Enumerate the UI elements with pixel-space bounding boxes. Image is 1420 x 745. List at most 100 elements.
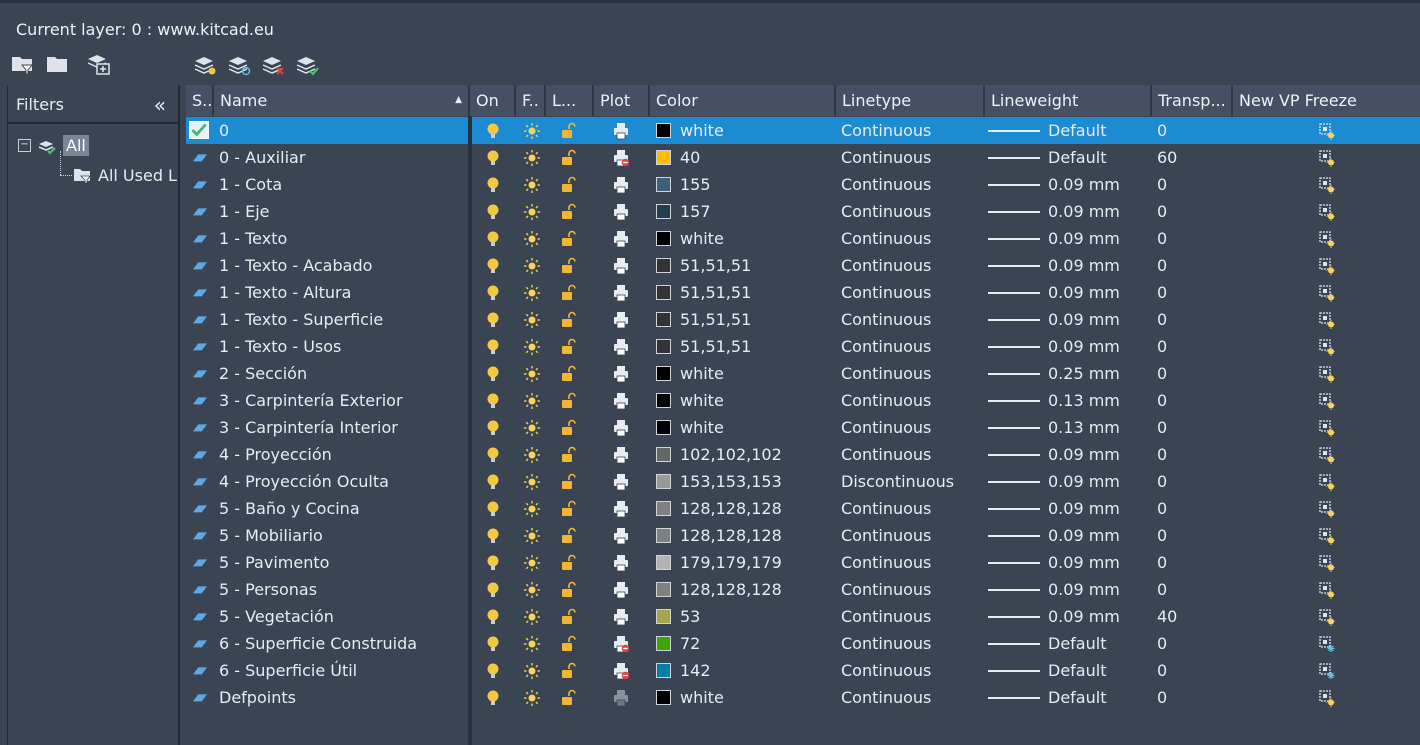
color-swatch[interactable] (656, 366, 671, 381)
layer-linetype[interactable]: Continuous (841, 684, 931, 711)
on-bulb-icon[interactable] (485, 149, 501, 167)
color-swatch[interactable] (656, 312, 671, 327)
color-swatch[interactable] (656, 555, 671, 570)
freeze-sun-icon[interactable] (524, 203, 540, 221)
layer-transparency[interactable]: 0 (1157, 333, 1167, 360)
plot-printer-icon[interactable] (613, 527, 629, 545)
unlock-icon[interactable] (560, 257, 576, 275)
unlock-icon[interactable] (560, 500, 576, 518)
layer-transparency[interactable]: 0 (1157, 360, 1167, 387)
plot-printer-icon[interactable] (613, 338, 629, 356)
table-row[interactable]: Defpoints white Continuous Default 0 (186, 684, 1420, 711)
layer-transparency[interactable]: 60 (1157, 144, 1177, 171)
table-row[interactable]: 4 - Proyección Oculta 153,153,153 Disconti… (186, 468, 1420, 495)
new-group-filter-button[interactable] (42, 49, 72, 79)
vp-thawed-icon[interactable] (1317, 284, 1335, 302)
on-bulb-icon[interactable] (485, 392, 501, 410)
freeze-sun-icon[interactable] (524, 689, 540, 707)
layer-name[interactable]: 1 - Texto - Acabado (219, 252, 372, 279)
layer-name[interactable]: 1 - Texto - Altura (219, 279, 351, 306)
table-row[interactable]: 3 - Carpintería Interior white Continuous 0… (186, 414, 1420, 441)
new-layer-vp-frozen-button[interactable] (224, 49, 254, 79)
unlock-icon[interactable] (560, 122, 576, 140)
color-swatch[interactable] (656, 123, 671, 138)
color-swatch[interactable] (656, 474, 671, 489)
on-bulb-icon[interactable] (485, 662, 501, 680)
layer-transparency[interactable]: 0 (1157, 387, 1167, 414)
layer-linetype[interactable]: Continuous (841, 549, 931, 576)
plot-printer-icon[interactable] (613, 500, 629, 518)
color-swatch[interactable] (656, 663, 671, 678)
layer-linetype[interactable]: Continuous (841, 414, 931, 441)
freeze-sun-icon[interactable] (524, 365, 540, 383)
layer-linetype[interactable]: Discontinuous (841, 468, 954, 495)
layer-lineweight[interactable]: 0.25 mm (1048, 360, 1120, 387)
unlock-icon[interactable] (560, 446, 576, 464)
layer-color-value[interactable]: white (680, 414, 724, 441)
freeze-sun-icon[interactable] (524, 392, 540, 410)
layer-lineweight[interactable]: 0.09 mm (1048, 333, 1120, 360)
freeze-sun-icon[interactable] (524, 527, 540, 545)
freeze-sun-icon[interactable] (524, 122, 540, 140)
layer-color-value[interactable]: 51,51,51 (680, 279, 751, 306)
on-bulb-icon[interactable] (485, 527, 501, 545)
layer-lineweight[interactable]: 0.09 mm (1048, 468, 1120, 495)
layer-name[interactable]: 6 - Superficie Construida (219, 630, 417, 657)
layer-linetype[interactable]: Continuous (841, 630, 931, 657)
layer-name[interactable]: 1 - Texto (219, 225, 287, 252)
table-row[interactable]: 1 - Eje 157 Continuous 0.09 mm 0 (186, 198, 1420, 225)
on-bulb-icon[interactable] (485, 176, 501, 194)
on-bulb-icon[interactable] (485, 419, 501, 437)
freeze-sun-icon[interactable] (524, 338, 540, 356)
freeze-sun-icon[interactable] (524, 176, 540, 194)
new-property-filter-button[interactable] (8, 49, 38, 79)
layer-name[interactable]: Defpoints (219, 684, 296, 711)
on-bulb-icon[interactable] (485, 230, 501, 248)
layer-lineweight[interactable]: 0.09 mm (1048, 279, 1120, 306)
layer-lineweight[interactable]: 0.09 mm (1048, 549, 1120, 576)
column-header-lineweight[interactable]: Lineweight (985, 85, 1152, 116)
on-bulb-icon[interactable] (485, 203, 501, 221)
layer-color-value[interactable]: 155 (680, 171, 711, 198)
layer-lineweight[interactable]: Default (1048, 657, 1106, 684)
table-row[interactable]: 5 - Pavimento 179,179,179 Continuous 0.09 m… (186, 549, 1420, 576)
table-row[interactable]: 1 - Cota 155 Continuous 0.09 mm 0 (186, 171, 1420, 198)
table-row[interactable]: 1 - Texto - Altura 51,51,51 Continuous 0.09… (186, 279, 1420, 306)
column-header-color[interactable]: Color (650, 85, 836, 116)
layer-color-value[interactable]: white (680, 225, 724, 252)
layer-lineweight[interactable]: 0.09 mm (1048, 198, 1120, 225)
layer-transparency[interactable]: 0 (1157, 225, 1167, 252)
plot-printer-icon[interactable] (613, 176, 629, 194)
color-swatch[interactable] (656, 258, 671, 273)
plot-printer-icon[interactable] (613, 203, 629, 221)
vp-thawed-icon[interactable] (1317, 176, 1335, 194)
vp-thawed-icon[interactable] (1317, 500, 1335, 518)
layer-lineweight[interactable]: 0.09 mm (1048, 495, 1120, 522)
layer-name[interactable]: 2 - Sección (219, 360, 307, 387)
layer-name[interactable]: 5 - Vegetación (219, 603, 334, 630)
layer-transparency[interactable]: 0 (1157, 468, 1167, 495)
layer-linetype[interactable]: Continuous (841, 198, 931, 225)
layer-lineweight[interactable]: Default (1048, 117, 1106, 144)
layer-transparency[interactable]: 0 (1157, 549, 1167, 576)
plot-printer-icon[interactable] (613, 257, 629, 275)
column-header-vp-freeze[interactable]: New VP Freeze (1233, 85, 1420, 116)
layer-transparency[interactable]: 0 (1157, 414, 1167, 441)
layer-transparency[interactable]: 40 (1157, 603, 1177, 630)
unlock-icon[interactable] (560, 473, 576, 491)
layer-linetype[interactable]: Continuous (841, 603, 931, 630)
layer-transparency[interactable]: 0 (1157, 117, 1167, 144)
unlock-icon[interactable] (560, 338, 576, 356)
vp-thawed-icon[interactable] (1317, 527, 1335, 545)
plot-printer-icon[interactable] (613, 122, 629, 140)
layer-color-value[interactable]: 51,51,51 (680, 252, 751, 279)
column-header-status[interactable]: S.. (186, 85, 214, 116)
layer-lineweight[interactable]: 0.09 mm (1048, 576, 1120, 603)
layer-linetype[interactable]: Continuous (841, 387, 931, 414)
on-bulb-icon[interactable] (485, 500, 501, 518)
color-swatch[interactable] (656, 393, 671, 408)
table-row[interactable]: 4 - Proyección 102,102,102 Continuous 0.09 … (186, 441, 1420, 468)
layer-lineweight[interactable]: Default (1048, 144, 1106, 171)
layer-name[interactable]: 3 - Carpintería Interior (219, 414, 398, 441)
on-bulb-icon[interactable] (485, 473, 501, 491)
